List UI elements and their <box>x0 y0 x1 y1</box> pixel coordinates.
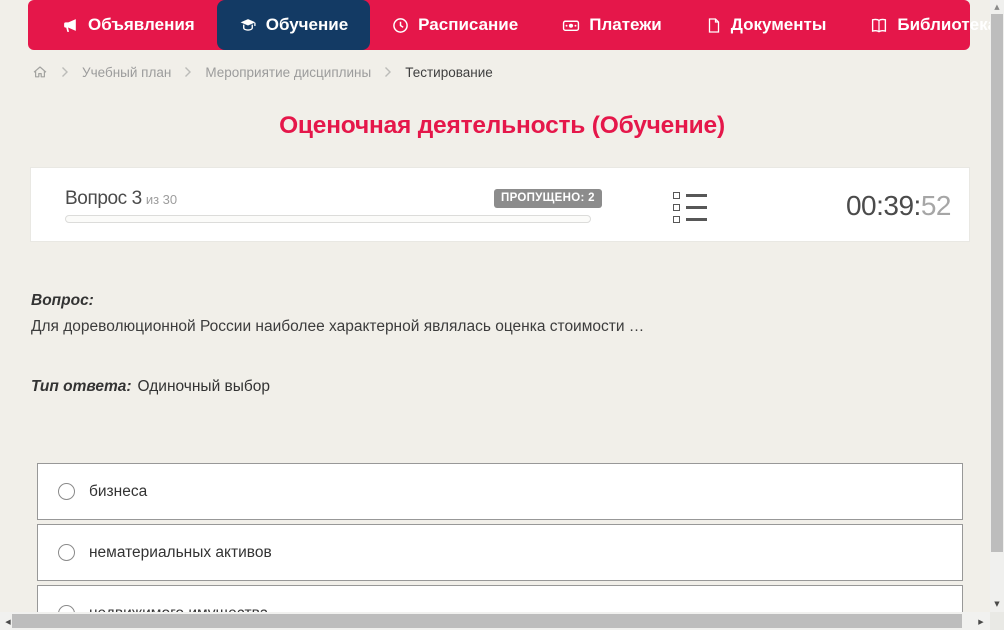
nav-item-label: Документы <box>730 15 827 34</box>
vertical-scrollbar-thumb[interactable] <box>991 14 1003 552</box>
vertical-scrollbar[interactable]: ▲ ▼ <box>990 0 1004 612</box>
nav-item-label: Платежи <box>589 15 662 34</box>
scroll-down-arrow-icon[interactable]: ▼ <box>990 599 1004 609</box>
answer-label: бизнеса <box>89 482 148 500</box>
horizontal-scrollbar[interactable]: ◀ ▶ <box>0 612 990 630</box>
graduation-cap-icon <box>239 17 257 34</box>
scroll-right-arrow-icon[interactable]: ▶ <box>974 617 988 627</box>
chevron-right-icon <box>384 66 392 78</box>
nav-item-label: Обучение <box>265 15 349 34</box>
nav-item-label: Расписание <box>418 15 519 34</box>
answer-option-1[interactable]: бизнеса <box>37 463 963 520</box>
book-icon <box>870 17 888 34</box>
page-title: Оценочная деятельность (Обучение) <box>279 112 725 139</box>
answer-type-value: Одиночный выбор <box>137 378 271 395</box>
timer-seconds: 52 <box>920 190 952 221</box>
scroll-up-arrow-icon[interactable]: ▲ <box>990 2 1004 12</box>
progress-bar <box>65 215 591 223</box>
nav-item-learning[interactable]: Обучение <box>216 0 371 50</box>
question-panel: Вопрос 3 из 30 ПРОПУЩЕНО: 2 00:39:52 <box>30 167 970 242</box>
answer-type-line: Тип ответа: Одиночный выбор <box>31 378 270 396</box>
question-label: Вопрос: <box>31 292 94 309</box>
nav-item-schedule[interactable]: Расписание <box>370 0 540 50</box>
skipped-badge: ПРОПУЩЕНО: 2 <box>494 189 602 208</box>
answer-option-2[interactable]: нематериальных активов <box>37 524 963 581</box>
breadcrumb-current-testing: Тестирование <box>405 64 493 80</box>
breadcrumb: Учебный план Мероприятие дисциплины Тест… <box>32 61 493 83</box>
page: Объявления Обучение Расписание Платежи Д… <box>0 0 1004 630</box>
question-text: Для дореволюционной России наиболее хара… <box>31 318 645 335</box>
home-icon[interactable] <box>32 64 48 80</box>
nav-item-label: Библиотека <box>897 15 998 34</box>
answer-type-label: Тип ответа: <box>31 378 132 395</box>
nav-item-payments[interactable]: Платежи <box>540 0 684 50</box>
radio-button[interactable] <box>58 544 75 561</box>
nav-item-library[interactable]: Библиотека <box>848 0 1004 50</box>
banknote-icon <box>562 17 580 34</box>
document-icon <box>706 17 722 34</box>
list-row <box>673 204 707 211</box>
question-list-icon[interactable] <box>673 192 707 223</box>
breadcrumb-link-curriculum[interactable]: Учебный план <box>82 65 171 80</box>
main-nav: Объявления Обучение Расписание Платежи Д… <box>28 0 997 50</box>
nav-item-label: Объявления <box>88 15 195 34</box>
question-number: Вопрос 3 из 30 <box>65 188 177 210</box>
nav-item-announcements[interactable]: Объявления <box>40 0 217 50</box>
list-row <box>673 216 707 223</box>
nav-item-documents[interactable]: Документы <box>684 0 849 50</box>
megaphone-icon <box>62 17 79 34</box>
chevron-right-icon <box>184 66 192 78</box>
clock-icon <box>392 17 409 34</box>
timer: 00:39:52 <box>845 190 952 222</box>
horizontal-scrollbar-thumb[interactable] <box>12 614 962 628</box>
list-row <box>673 192 707 199</box>
question-total-label: из 30 <box>145 192 178 207</box>
scrollbar-corner <box>990 612 1004 630</box>
radio-button[interactable] <box>58 483 75 500</box>
question-number-label: Вопрос 3 <box>65 188 142 209</box>
timer-hours-minutes: 00:39: <box>845 190 921 221</box>
answer-label: нематериальных активов <box>89 543 272 561</box>
chevron-right-icon <box>61 66 69 78</box>
breadcrumb-link-discipline-event[interactable]: Мероприятие дисциплины <box>205 65 371 80</box>
